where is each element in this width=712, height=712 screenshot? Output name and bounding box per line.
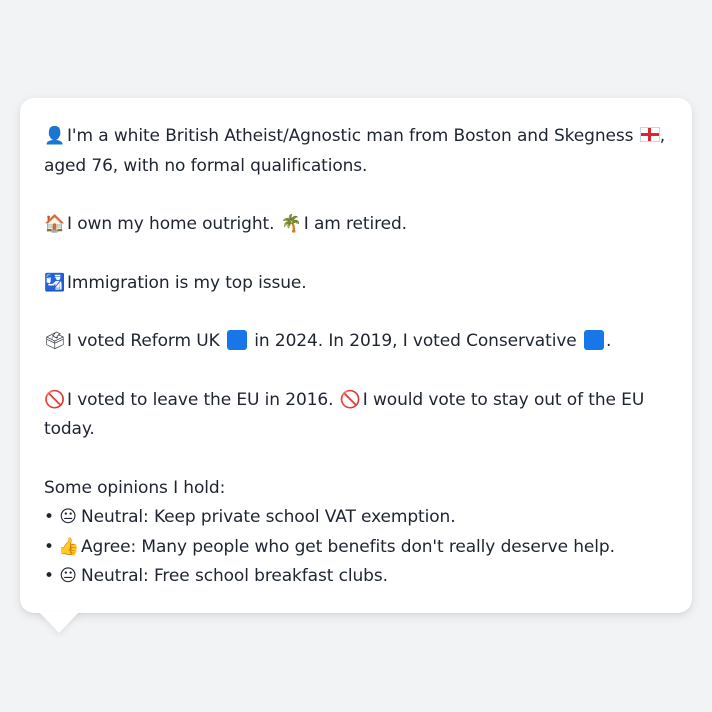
reform-uk-color-square-icon [226, 330, 247, 350]
thumbs-up-icon: 👍 [58, 536, 80, 557]
house-icon: 🏠 [44, 214, 66, 234]
england-flag-icon [639, 127, 660, 142]
speech-bubble-tail [38, 611, 80, 633]
eu-text-2: I would vote to stay out of the EU [362, 389, 645, 410]
opinion-item: • 😐 Neutral: Free school breakfast clubs. [44, 562, 668, 592]
votes-period: . [605, 331, 612, 351]
votes-text-a: I voted Reform UK [67, 331, 220, 351]
eu-text: I voted to leave the EU in 2016. [67, 389, 334, 410]
retired-text: I am retired. [303, 214, 407, 234]
identity-comma: , [659, 126, 666, 146]
opinion-text: Neutral: Keep private school VAT exempti… [81, 507, 456, 527]
neutral-face-icon: 😐 [59, 566, 77, 586]
housing-text: I own my home outright. [67, 214, 275, 234]
passport-control-icon: 🛂 [44, 272, 66, 293]
identity-line: 👤 I'm a white British Atheist/Agnostic ma… [44, 122, 668, 152]
bullet: • [44, 507, 54, 527]
opinions-section: Some opinions I hold: • 😐 Neutral: Keep pr… [44, 474, 668, 592]
identity-text: I'm a white British Atheist/Agnostic man… [67, 126, 634, 146]
votes-line: 🗳I voted Reform UK in 2024. In 2019, I v… [44, 327, 668, 357]
opinion-item: • 👍 Agree: Many people who get benefits do… [44, 533, 668, 563]
bullet: • [44, 536, 54, 557]
ballot-box-icon: 🗳 [44, 331, 66, 351]
identity-line-2: aged 76, with no formal qualifications. [44, 155, 368, 176]
votes-text-b: in 2024. In 2019, I voted Conservative [254, 331, 577, 351]
votes-section: 🗳I voted Reform UK in 2024. In 2019, I v… [44, 327, 668, 357]
bullet: • [44, 566, 54, 586]
conservative-color-square-icon [583, 330, 604, 350]
eu-line-2: today. [44, 419, 95, 439]
eu-section: 🚫 I voted to leave the EU in 2016. 🚫 I wou… [44, 386, 668, 445]
eu-line: 🚫 I voted to leave the EU in 2016. 🚫 I wou… [44, 386, 668, 416]
opinion-text: Agree: Many people who get benefits don'… [81, 536, 615, 557]
opinion-item: • 😐 Neutral: Keep private school VAT exemp… [44, 503, 668, 533]
issue-text: Immigration is my top issue. [67, 272, 307, 293]
housing-section: 🏠 I own my home outright. 🌴 I am retired. [44, 210, 668, 240]
prohibited-icon: 🚫 [339, 389, 361, 410]
opinions-heading: Some opinions I hold: [44, 477, 226, 498]
prohibited-icon: 🚫 [44, 389, 66, 410]
neutral-face-icon: 😐 [59, 507, 77, 527]
housing-line: 🏠 I own my home outright. 🌴 I am retired. [44, 210, 668, 240]
opinion-text: Neutral: Free school breakfast clubs. [81, 566, 388, 586]
issue-line: 🛂 Immigration is my top issue. [44, 269, 668, 299]
person-silhouette-icon: 👤 [44, 126, 66, 146]
identity-section: 👤 I'm a white British Atheist/Agnostic ma… [44, 122, 668, 181]
profile-card: 👤 I'm a white British Atheist/Agnostic ma… [20, 98, 692, 613]
palm-tree-icon: 🌴 [280, 214, 302, 234]
issue-section: 🛂 Immigration is my top issue. [44, 269, 668, 299]
